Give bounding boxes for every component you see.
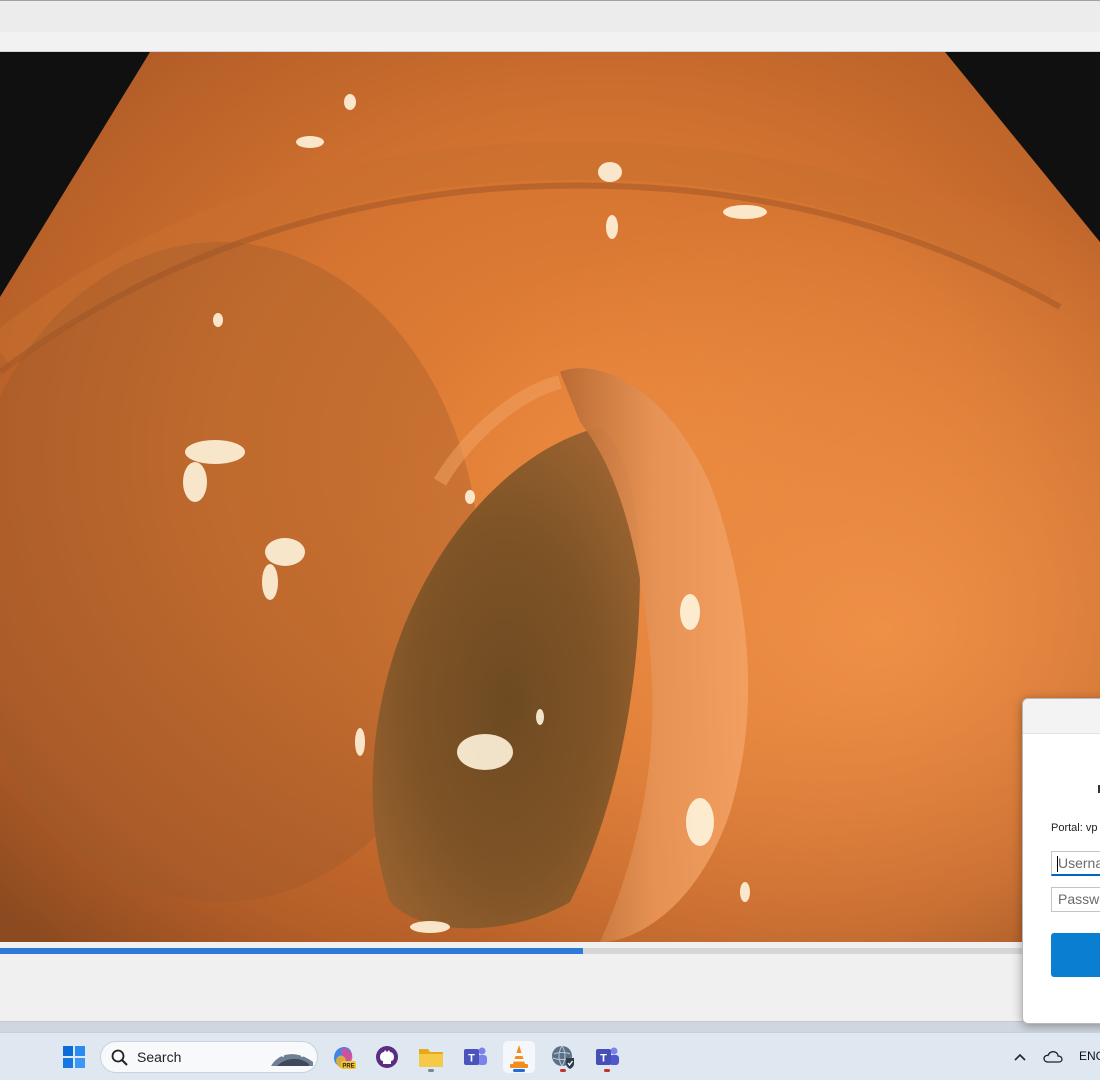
video-frame[interactable] <box>0 52 1100 942</box>
desktop-background <box>0 1022 1100 1032</box>
alert-indicator <box>604 1069 610 1072</box>
username-placeholder: Userna <box>1058 855 1100 871</box>
username-field[interactable]: Userna <box>1051 851 1100 876</box>
copilot-pre-icon[interactable]: PRE <box>327 1041 359 1073</box>
player-controls <box>0 958 1100 1022</box>
taskbar: Search PRE T T EN <box>0 1032 1100 1080</box>
text-caret <box>1057 856 1058 872</box>
vpn-login-dialog: Portal: vp Userna Passwo <box>1022 698 1100 1024</box>
active-indicator <box>513 1069 525 1072</box>
endoscopy-image <box>0 52 1100 942</box>
windows-start-icon[interactable] <box>58 1041 90 1073</box>
vlc-icon[interactable] <box>503 1041 535 1073</box>
teams-classic-icon[interactable]: T <box>591 1041 623 1073</box>
onedrive-cloud-icon[interactable] <box>1038 1041 1068 1073</box>
globalprotect-icon[interactable] <box>547 1041 579 1073</box>
seek-bar[interactable] <box>0 942 1100 958</box>
file-explorer-icon[interactable] <box>415 1041 447 1073</box>
search-icon <box>111 1049 128 1066</box>
connect-button[interactable] <box>1051 933 1100 977</box>
svg-text:T: T <box>600 1053 607 1065</box>
seek-track[interactable] <box>0 948 1100 954</box>
chevron-up-icon[interactable] <box>1005 1041 1035 1073</box>
window-title-bar[interactable] <box>0 0 1100 32</box>
teams-icon[interactable]: T <box>459 1041 491 1073</box>
running-indicator <box>428 1069 434 1072</box>
svg-text:T: T <box>468 1053 475 1065</box>
password-placeholder: Passwo <box>1058 891 1100 907</box>
password-field[interactable]: Passwo <box>1051 887 1100 912</box>
svg-text:PRE: PRE <box>342 1064 354 1070</box>
dialog-title-bar[interactable] <box>1023 699 1100 734</box>
alert-indicator <box>560 1069 566 1072</box>
search-label: Search <box>137 1049 182 1065</box>
github-icon[interactable] <box>371 1041 403 1073</box>
portal-label: Portal: vp <box>1051 822 1098 834</box>
search-highlight-illustration <box>271 1052 313 1066</box>
language-indicator[interactable]: ENG <box>1079 1049 1100 1063</box>
taskbar-search[interactable]: Search <box>100 1041 318 1073</box>
menu-bar <box>0 32 1100 52</box>
seek-progress-fill <box>0 948 583 954</box>
